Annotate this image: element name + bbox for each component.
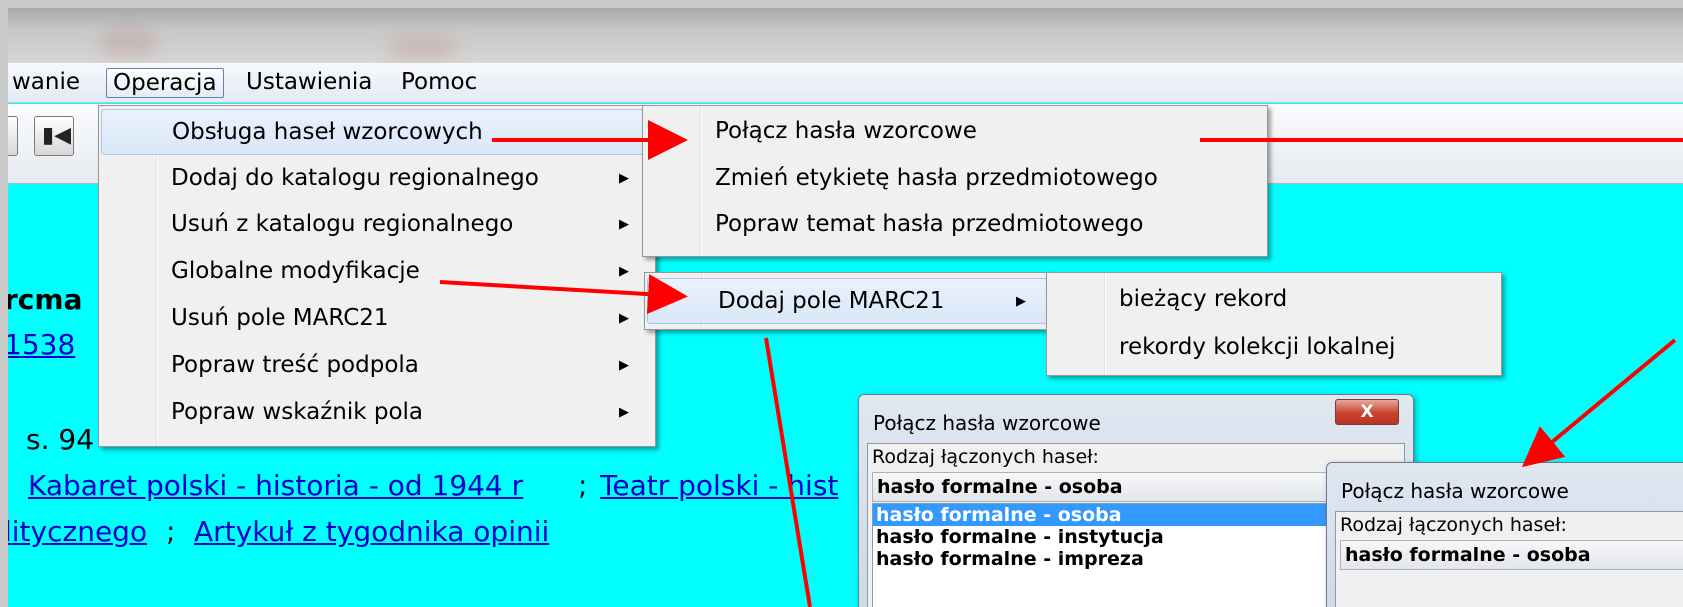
- menu-item-label: Popraw treść podpola: [171, 352, 419, 378]
- hasla-submenu: Połącz hasła wzorcowe Zmień etykietę has…: [642, 105, 1268, 257]
- list-option[interactable]: hasło formalne - instytucja: [873, 526, 1399, 548]
- menu-item-label: Dodaj do katalogu regionalnego: [171, 165, 539, 191]
- list-option[interactable]: hasło formalne - impreza: [873, 548, 1399, 570]
- polacz-hasla-dialog-2: Połącz hasła wzorcowe Rodzaj łączonych h…: [1326, 462, 1683, 607]
- menu-ustawienia[interactable]: Ustawienia: [240, 68, 378, 98]
- menu-pomoc[interactable]: Pomoc: [395, 68, 483, 98]
- menu-item-label: Globalne modyfikacje: [171, 258, 420, 284]
- menu-item-zmien-etykiete[interactable]: Zmień etykietę hasła przedmiotowego: [645, 156, 1265, 202]
- menu-item-globalne-modyfikacje[interactable]: Globalne modyfikacje ▶: [101, 249, 653, 295]
- menu-item-label: bieżący rekord: [1119, 286, 1288, 312]
- submenu-arrow-icon: ▶: [619, 171, 629, 186]
- dialog-title: Połącz hasła wzorcowe: [1341, 479, 1569, 503]
- rodzaj-hasel-list: hasło formalne - osoba hasło formalne - …: [872, 503, 1400, 607]
- subject-link-1[interactable]: Kabaret polski - historia - od 1944 r: [28, 469, 523, 502]
- menu-item-rekordy-kolekcji[interactable]: rekordy kolekcji lokalnej: [1049, 325, 1499, 371]
- list-option[interactable]: hasło formalne - osoba: [873, 504, 1399, 526]
- close-button[interactable]: X: [1335, 399, 1399, 425]
- close-icon: X: [1360, 402, 1374, 422]
- menu-item-label: Popraw wskaźnik pola: [171, 399, 424, 425]
- submenu-arrow-icon: ▶: [619, 311, 629, 326]
- menu-item-usun-pole[interactable]: Usuń pole MARC21 ▶: [101, 296, 653, 342]
- record-name-fragment: rcma: [8, 283, 83, 316]
- field-label: Rodzaj łączonych haseł:: [1340, 514, 1567, 536]
- titlebar-glare: [388, 33, 458, 63]
- rodzaj-hasel-combo[interactable]: hasło formalne - osoba: [872, 472, 1400, 502]
- last-record-icon: ▮◀: [42, 123, 72, 148]
- menu-bar: wanie Operacja Ustawienia Pomoc: [8, 63, 1683, 103]
- menu-item-label: Obsługa haseł wzorcowych: [172, 119, 483, 145]
- separator: ;: [166, 515, 176, 548]
- menu-item-label: Usuń pole MARC21: [171, 305, 389, 331]
- menu-item-biezacy-rekord[interactable]: bieżący rekord: [1049, 277, 1499, 323]
- rodzaj-hasel-combo[interactable]: hasło formalne - osoba: [1340, 540, 1683, 570]
- titlebar-glare: [98, 28, 158, 58]
- screenshot: wanie Operacja Ustawienia Pomoc ▮◀ rcma …: [8, 8, 1683, 607]
- menu-item-obsluga-hasel[interactable]: Obsługa haseł wzorcowych: [101, 109, 653, 155]
- operacja-menu: Obsługa haseł wzorcowych Dodaj do katalo…: [98, 105, 656, 447]
- last-record-button[interactable]: ▮◀: [34, 116, 74, 156]
- window-titlebar: [8, 8, 1683, 63]
- dialog-body: Rodzaj łączonych haseł: hasło formalne -…: [867, 443, 1405, 607]
- field-label: Rodzaj łączonych haseł:: [872, 446, 1099, 468]
- submenu-arrow-icon: ▶: [619, 217, 629, 232]
- menu-item-dodaj-katalog[interactable]: Dodaj do katalogu regionalnego ▶: [101, 156, 653, 202]
- pages-text: s. 94: [26, 423, 95, 456]
- menu-item-usun-katalog[interactable]: Usuń z katalogu regionalnego ▶: [101, 202, 653, 248]
- subject-link-4[interactable]: Artykuł z tygodnika opinii: [194, 515, 549, 548]
- dialog-body: Rodzaj łączonych haseł: hasło formalne -…: [1335, 511, 1683, 607]
- menu-item-label: Połącz hasła wzorcowe: [715, 118, 977, 144]
- dialog-title: Połącz hasła wzorcowe: [873, 411, 1101, 435]
- toolbar-button[interactable]: [8, 116, 18, 156]
- menu-item-label: Usuń z katalogu regionalnego: [171, 211, 514, 237]
- combo-value: hasło formalne - osoba: [877, 476, 1123, 498]
- menu-item-label: rekordy kolekcji lokalnej: [1119, 334, 1396, 360]
- global-submenu: Dodaj pole MARC21 ▶: [644, 272, 1054, 330]
- menu-edit-partial[interactable]: wanie: [8, 68, 86, 98]
- menu-item-label: Popraw temat hasła przedmiotowego: [715, 211, 1144, 237]
- combo-value: hasło formalne - osoba: [1345, 544, 1591, 566]
- subject-link-2[interactable]: Teatr polski - hist: [600, 469, 838, 502]
- menu-item-popraw-temat[interactable]: Popraw temat hasła przedmiotowego: [645, 202, 1265, 248]
- menu-item-popraw-podpola[interactable]: Popraw treść podpola ▶: [101, 343, 653, 389]
- menu-item-popraw-wskaznik[interactable]: Popraw wskaźnik pola ▶: [101, 390, 653, 436]
- record-id-link[interactable]: 1538: [8, 328, 75, 361]
- marc-submenu: bieżący rekord rekordy kolekcji lokalnej: [1046, 272, 1502, 376]
- menu-item-polacz-hasla[interactable]: Połącz hasła wzorcowe: [645, 109, 1265, 155]
- menu-item-label: Dodaj pole MARC21: [718, 288, 945, 314]
- menu-item-label: Zmień etykietę hasła przedmiotowego: [715, 165, 1158, 191]
- subject-link-3[interactable]: litycznego: [8, 515, 147, 548]
- submenu-arrow-icon: ▶: [619, 405, 629, 420]
- menu-operacja[interactable]: Operacja: [106, 68, 224, 98]
- menu-item-dodaj-pole[interactable]: Dodaj pole MARC21 ▶: [647, 278, 1051, 324]
- separator: ;: [578, 469, 588, 502]
- submenu-arrow-icon: ▶: [619, 358, 629, 373]
- submenu-arrow-icon: ▶: [1016, 294, 1026, 309]
- submenu-arrow-icon: ▶: [619, 264, 629, 279]
